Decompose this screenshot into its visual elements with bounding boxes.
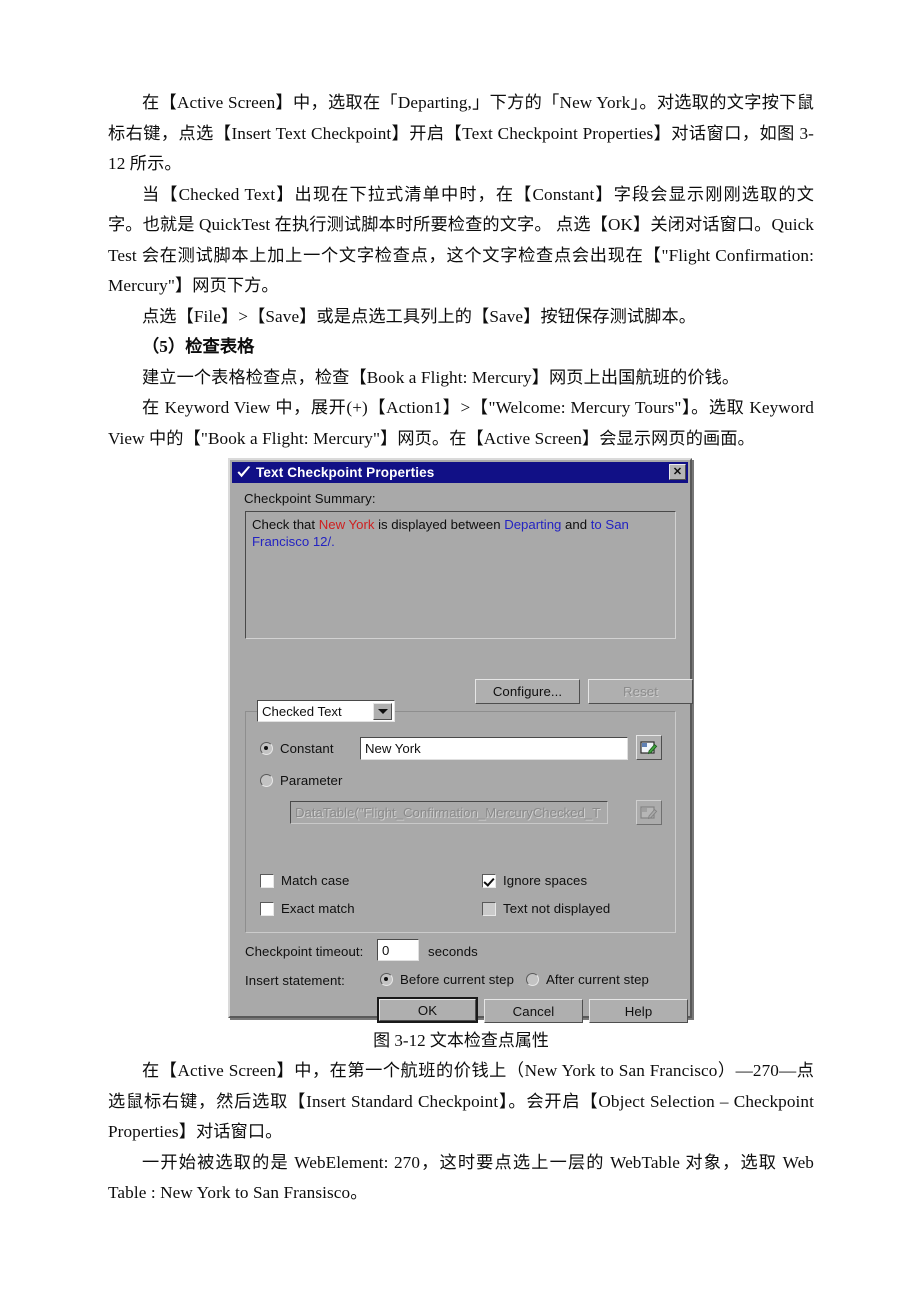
help-button[interactable]: Help bbox=[589, 999, 688, 1023]
exact-match-label: Exact match bbox=[281, 901, 355, 916]
paragraph-6: 在【Active Screen】中，在第一个航班的价钱上（New York to… bbox=[108, 1061, 814, 1141]
ignore-spaces-checkbox[interactable] bbox=[482, 873, 496, 888]
summary-seg-0: Check that bbox=[252, 517, 319, 532]
match-case-checkbox[interactable] bbox=[260, 873, 274, 888]
before-current-step-label: Before current step bbox=[400, 972, 515, 987]
dialog-title: Text Checkpoint Properties bbox=[256, 465, 435, 480]
exact-match-checkbox[interactable] bbox=[260, 901, 274, 916]
checkmark-icon bbox=[236, 465, 252, 480]
after-current-step-radio[interactable] bbox=[526, 973, 539, 986]
checkpoint-summary-box: Check that New York is displayed between… bbox=[245, 511, 676, 639]
reset-button: Reset bbox=[588, 679, 693, 704]
constant-value-input[interactable]: New York bbox=[360, 737, 628, 760]
ok-button[interactable]: OK bbox=[377, 997, 478, 1023]
ignore-spaces-checkbox-row[interactable]: Ignore spaces bbox=[482, 873, 587, 888]
parameter-label: Parameter bbox=[280, 773, 343, 788]
text-checkpoint-properties-dialog-figure: Text Checkpoint Properties ✕ Checkpoint … bbox=[228, 458, 693, 1023]
value-configuration-edit-icon-button[interactable] bbox=[636, 735, 662, 760]
parameter-configuration-edit-icon-button bbox=[636, 800, 662, 825]
constant-label: Constant bbox=[280, 741, 334, 756]
summary-seg-2: is displayed between bbox=[374, 517, 505, 532]
after-current-step-label: After current step bbox=[546, 972, 649, 987]
insert-statement-label: Insert statement: bbox=[245, 973, 345, 988]
checkpoint-timeout-units: seconds bbox=[428, 944, 478, 959]
paragraph-5: 在 Keyword View 中，展开(+)【Action1】>【"Welcom… bbox=[108, 398, 814, 448]
edit-document-disabled-icon bbox=[640, 805, 658, 819]
cancel-button[interactable]: Cancel bbox=[484, 999, 583, 1023]
parameter-radio[interactable] bbox=[260, 774, 273, 787]
text-not-displayed-label: Text not displayed bbox=[503, 901, 611, 916]
text-checkpoint-properties-dialog: Text Checkpoint Properties ✕ Checkpoint … bbox=[228, 458, 693, 1023]
paragraph-3: 点选【File】>【Save】或是点选工具列上的【Save】按钮保存测试脚本。 bbox=[142, 306, 697, 326]
text-not-displayed-checkbox[interactable] bbox=[482, 901, 496, 916]
section-heading: （5）检查表格 bbox=[142, 337, 255, 356]
ok-button-label: OK bbox=[379, 999, 476, 1021]
after-current-step-radio-row[interactable]: After current step bbox=[526, 972, 649, 987]
checkpoint-summary-label: Checkpoint Summary: bbox=[244, 491, 376, 506]
document-body: 在【Active Screen】中，选取在「Departing,」下方的「New… bbox=[108, 88, 814, 454]
constant-radio[interactable] bbox=[260, 742, 273, 755]
close-icon[interactable]: ✕ bbox=[669, 464, 686, 480]
checkpoint-timeout-input[interactable]: 0 bbox=[377, 939, 419, 961]
paragraph-7: 一开始被选取的是 WebElement: 270，这时要点选上一层的 WebTa… bbox=[108, 1152, 814, 1203]
configure-button[interactable]: Configure... bbox=[475, 679, 580, 704]
parameter-value-input: DataTable("Flight_Confirmation_MercuryCh… bbox=[290, 801, 608, 824]
exact-match-checkbox-row[interactable]: Exact match bbox=[260, 901, 355, 916]
edit-document-icon bbox=[640, 740, 658, 754]
before-current-step-radio[interactable] bbox=[380, 973, 393, 986]
property-select[interactable]: Checked Text bbox=[257, 700, 395, 722]
ignore-spaces-label: Ignore spaces bbox=[503, 873, 588, 888]
dialog-titlebar: Text Checkpoint Properties ✕ bbox=[232, 462, 688, 483]
constant-radio-row[interactable]: Constant bbox=[260, 741, 334, 756]
parameter-radio-row[interactable]: Parameter bbox=[260, 773, 342, 788]
before-current-step-radio-row[interactable]: Before current step bbox=[380, 972, 514, 987]
document-body-after-figure: 在【Active Screen】中，在第一个航班的价钱上（New York to… bbox=[108, 1056, 814, 1209]
paragraph-2: 当【Checked Text】出现在下拉式清单中时，在【Constant】字段会… bbox=[108, 184, 814, 296]
summary-seg-3: Departing bbox=[504, 517, 562, 532]
summary-seg-1: New York bbox=[318, 517, 375, 532]
property-select-value: Checked Text bbox=[262, 703, 342, 719]
chevron-down-icon[interactable] bbox=[373, 702, 392, 720]
paragraph-4: 建立一个表格检查点，检查【Book a Flight: Mercury】网页上出… bbox=[142, 367, 740, 387]
paragraph-1: 在【Active Screen】中，选取在「Departing,」下方的「New… bbox=[108, 93, 814, 173]
summary-seg-4: and bbox=[561, 517, 591, 532]
figure-caption: 图 3-12 文本检查点属性 bbox=[373, 1031, 549, 1050]
checkpoint-timeout-label: Checkpoint timeout: bbox=[245, 944, 364, 959]
match-case-checkbox-row[interactable]: Match case bbox=[260, 873, 349, 888]
match-case-label: Match case bbox=[281, 873, 350, 888]
text-not-displayed-checkbox-row[interactable]: Text not displayed bbox=[482, 901, 610, 916]
dialog-body: Checkpoint Summary: Check that New York … bbox=[232, 483, 693, 1023]
